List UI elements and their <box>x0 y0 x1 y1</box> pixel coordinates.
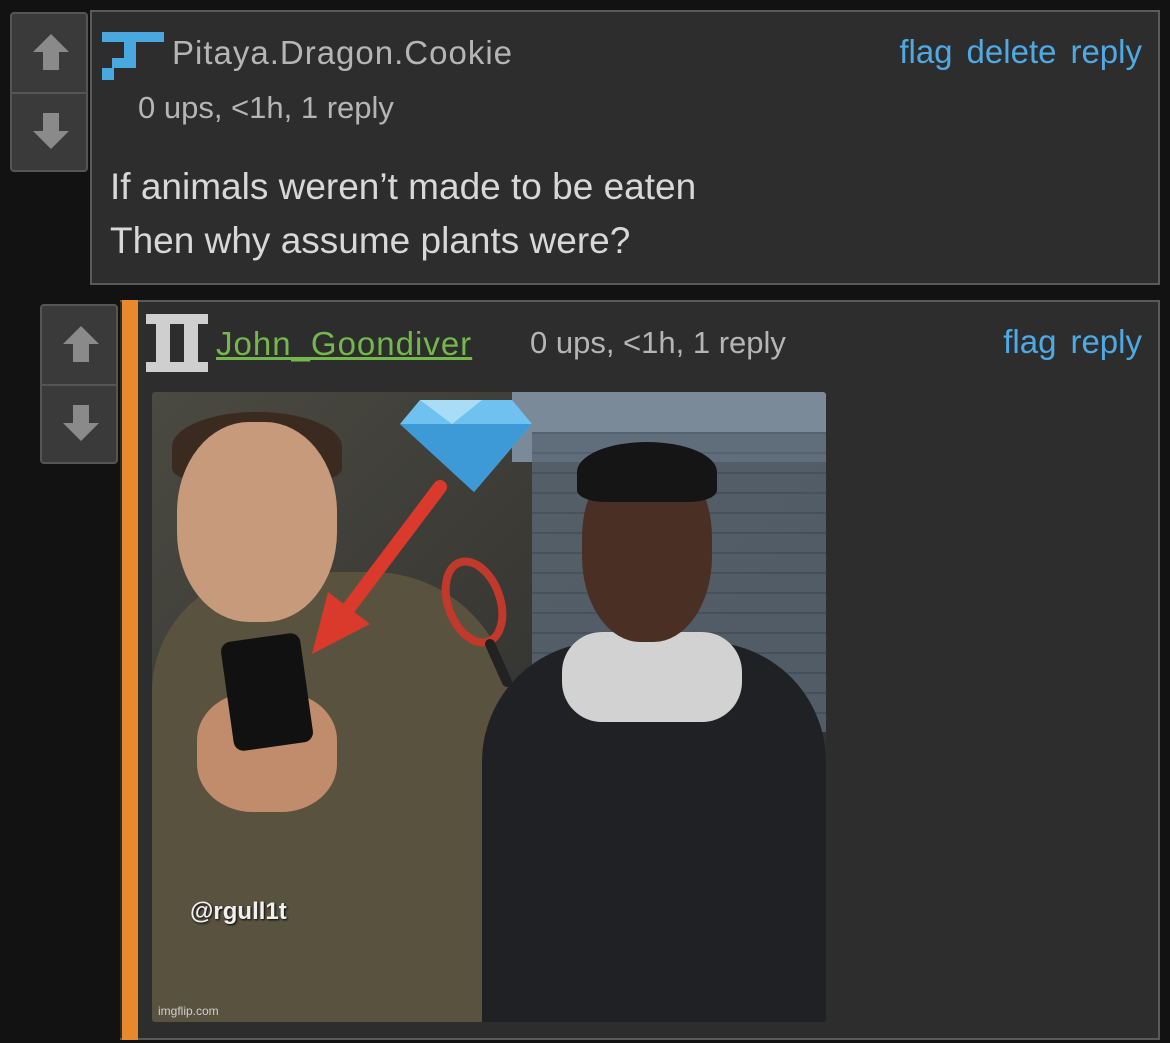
roman-two-badge-icon <box>146 314 208 372</box>
comment-username[interactable]: John_Goondiver <box>216 325 472 363</box>
reply-link[interactable]: reply <box>1070 33 1142 70</box>
arrow-up-icon <box>63 326 99 362</box>
arrow-up-icon <box>33 34 69 70</box>
arrow-down-icon <box>63 405 99 441</box>
upvote-button[interactable] <box>12 14 86 94</box>
image-credit: imgflip.com <box>158 1004 219 1018</box>
magnifying-glass-icon <box>441 557 512 687</box>
vote-box <box>40 304 118 464</box>
flag-link[interactable]: flag <box>1003 323 1056 360</box>
red-arrow-icon <box>312 480 447 654</box>
comment-meta: 0 ups, <1h, 1 reply <box>138 90 394 125</box>
image-overlay <box>312 400 532 687</box>
comment-body-line: If animals weren’t made to be eaten <box>110 166 697 207</box>
comment-username[interactable]: Pitaya.Dragon.Cookie <box>172 34 513 72</box>
downvote-button[interactable] <box>12 93 86 171</box>
reply-link[interactable]: reply <box>1070 323 1142 360</box>
diamond-icon <box>400 400 532 492</box>
comment-body-line: Then why assume plants were? <box>110 220 631 261</box>
vote-box <box>10 12 88 172</box>
comment-meta: 0 ups, <1h, 1 reply <box>530 325 786 360</box>
flag-link[interactable]: flag <box>899 33 952 70</box>
delete-link[interactable]: delete <box>967 33 1057 70</box>
comment-actions: flag delete reply <box>885 33 1142 71</box>
comment-image[interactable]: @rgull1t imgflip.com <box>152 392 826 1022</box>
downvote-button[interactable] <box>42 385 116 463</box>
image-watermark: @rgull1t <box>190 898 287 925</box>
arrow-down-icon <box>33 113 69 149</box>
comment-actions: flag reply <box>989 323 1142 361</box>
comment-body: If animals weren’t made to be eaten Then… <box>110 160 696 268</box>
upvote-button[interactable] <box>42 306 116 386</box>
pixel-badge-icon <box>102 32 164 80</box>
reply-accent-bar <box>122 300 138 1040</box>
